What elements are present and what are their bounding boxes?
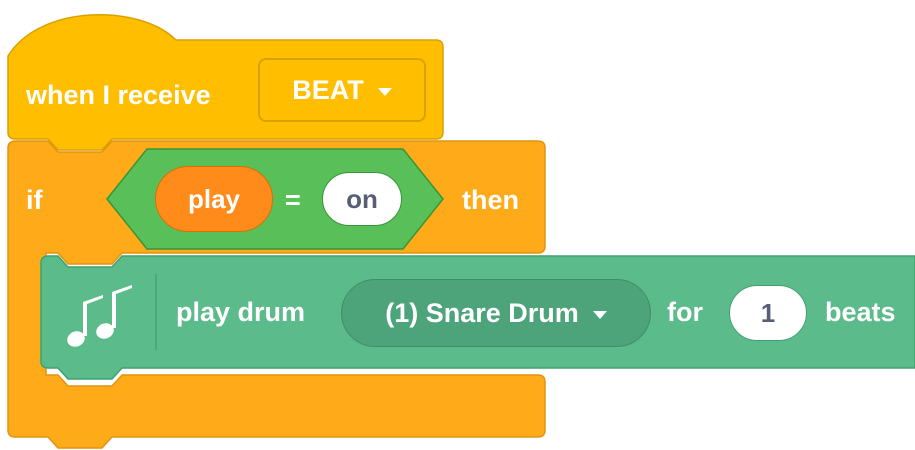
chevron-down-icon: [592, 310, 607, 319]
message-dropdown[interactable]: BEAT: [258, 58, 426, 122]
message-value: BEAT: [292, 74, 364, 105]
on-value-input[interactable]: on: [322, 172, 402, 226]
drum-value: (1) Snare Drum: [385, 297, 579, 328]
beats-label: beats: [825, 297, 896, 327]
play-variable-reporter[interactable]: play: [155, 166, 273, 232]
blocks-canvas: [7, 13, 915, 449]
chevron-down-icon: [377, 87, 392, 96]
equals-operator-label: =: [285, 185, 301, 215]
code-area: when I receive BEAT if play = on then pl…: [0, 0, 915, 450]
then-label: then: [462, 185, 519, 215]
drum-dropdown[interactable]: (1) Snare Drum: [341, 279, 651, 347]
for-label: for: [667, 297, 703, 327]
beats-input[interactable]: 1: [729, 285, 807, 341]
when-i-receive-label: when I receive: [26, 80, 211, 110]
if-label: if: [26, 185, 43, 215]
play-drum-label: play drum: [176, 297, 306, 327]
